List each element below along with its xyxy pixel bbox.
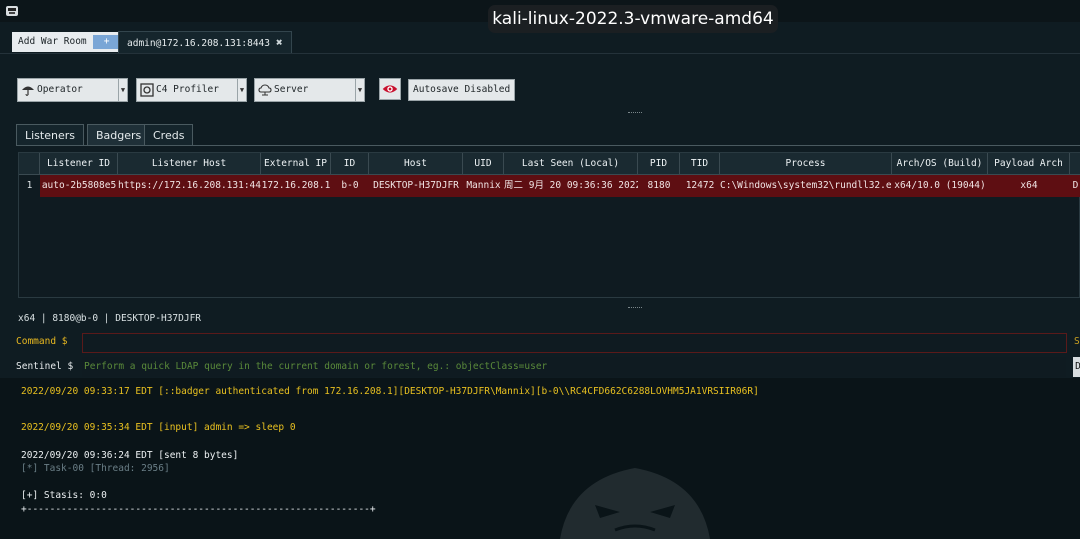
cell-uid: Mannix: [466, 180, 501, 191]
column-header[interactable]: PID: [638, 153, 680, 175]
log-line: 2022/09/20 09:33:17 EDT [::badger authen…: [21, 386, 759, 397]
cell-payload-arch: x64: [1020, 180, 1038, 191]
badger-status: x64 | 8180@b-0 | DESKTOP-H37DJFR: [18, 313, 202, 324]
cell-host: DESKTOP-H37DJFR: [373, 180, 459, 191]
splitter-handle[interactable]: [628, 112, 642, 114]
header-corner: [19, 153, 40, 175]
badgers-table: Listener ID Listener Host External IP ID…: [18, 152, 1080, 298]
cell-last-seen: 周二 9月 20 09:36:36 2022: [504, 180, 638, 191]
cell-process: C:\Windows\system32\rundll32.exe: [720, 180, 892, 191]
mascot-watermark-icon: [560, 468, 710, 539]
command-label: Command $: [16, 336, 68, 347]
command-input[interactable]: [82, 333, 1067, 353]
cell-arch-os: x64/10.0 (19044): [894, 180, 986, 191]
table-header: Listener ID Listener Host External IP ID…: [19, 153, 1080, 175]
column-header[interactable]: ID: [331, 153, 369, 175]
column-header[interactable]: Process: [720, 153, 892, 175]
cell-listener-id: auto-2b5808e5: [41, 180, 117, 191]
tab-session-label: admin@172.16.208.131:8443: [127, 38, 270, 49]
cell-listener-host: https://172.16.208.131:443: [118, 180, 261, 191]
sentinel-label: Sentinel $: [16, 361, 74, 372]
cell-extra: D: [1072, 180, 1079, 191]
column-header[interactable]: UID: [463, 153, 504, 175]
tab-listeners[interactable]: Listeners: [16, 124, 84, 146]
tab-session[interactable]: admin@172.16.208.131:8443 ✖: [118, 31, 292, 53]
splitter-handle[interactable]: [628, 307, 642, 309]
server-select[interactable]: Server ▼: [254, 78, 365, 102]
sentinel-button[interactable]: D: [1073, 357, 1080, 377]
tab-add-war-room[interactable]: Add War Room +: [12, 32, 127, 52]
visibility-toggle-button[interactable]: [379, 78, 401, 100]
autosave-button[interactable]: Autosave Disabled: [408, 79, 516, 101]
column-header[interactable]: Arch/OS (Build): [892, 153, 988, 175]
column-header[interactable]: External IP: [261, 153, 331, 175]
chevron-down-icon[interactable]: ▼: [118, 78, 128, 102]
log-line: [+] Stasis: 0:0: [21, 490, 107, 501]
column-header[interactable]: [1070, 153, 1080, 175]
operator-select[interactable]: Operator ▼: [17, 78, 128, 102]
sentinel-input[interactable]: Perform a quick LDAP query in the curren…: [82, 357, 1066, 377]
chevron-down-icon[interactable]: ▼: [355, 78, 365, 102]
table-row[interactable]: auto-2b5808e5 https://172.16.208.131:443…: [40, 175, 1080, 197]
tab-add-label: Add War Room: [18, 36, 87, 47]
cell-pid: 8180: [647, 180, 671, 191]
log-line: 2022/09/20 09:36:24 EDT [sent 8 bytes]: [21, 450, 239, 461]
log-line: +---------------------------------------…: [21, 504, 376, 515]
umbrella-icon: [22, 86, 34, 96]
server-label: Server: [274, 84, 309, 95]
add-war-room-button[interactable]: +: [92, 34, 121, 49]
command-row: Command $ S: [16, 333, 1080, 353]
c4-profiler-select[interactable]: C4 Profiler ▼: [136, 78, 247, 102]
close-icon[interactable]: ✖: [276, 36, 283, 49]
cell-tid: 12472: [685, 180, 715, 191]
divider: [16, 145, 1080, 146]
tab-badgers[interactable]: Badgers: [87, 124, 151, 146]
cell-external-ip: 172.16.208.1: [261, 180, 331, 191]
vm-label: kali-linux-2022.3-vmware-amd64: [488, 5, 778, 33]
profiler-label: C4 Profiler: [156, 84, 219, 95]
row-number: 1: [19, 175, 40, 197]
column-header[interactable]: Host: [369, 153, 463, 175]
cloud-server-icon: [258, 83, 272, 95]
log-line: [*] Task-00 [Thread: 2956]: [21, 463, 170, 474]
column-header[interactable]: Listener ID: [40, 153, 118, 175]
column-header[interactable]: TID: [680, 153, 720, 175]
eye-icon: [382, 85, 398, 93]
chevron-down-icon[interactable]: ▼: [237, 78, 247, 102]
column-header[interactable]: Payload Arch: [988, 153, 1070, 175]
column-header[interactable]: Listener Host: [118, 153, 261, 175]
tab-creds[interactable]: Creds: [144, 124, 194, 146]
command-side-label: S: [1074, 336, 1080, 347]
cell-id: b-0: [341, 180, 359, 191]
sentinel-row: Sentinel $ Perform a quick LDAP query in…: [16, 357, 1080, 377]
profiler-icon: [140, 82, 154, 97]
operator-label: Operator: [37, 84, 83, 95]
column-header[interactable]: Last Seen (Local): [504, 153, 638, 175]
log-line: 2022/09/20 09:35:34 EDT [input] admin =>…: [21, 422, 296, 433]
